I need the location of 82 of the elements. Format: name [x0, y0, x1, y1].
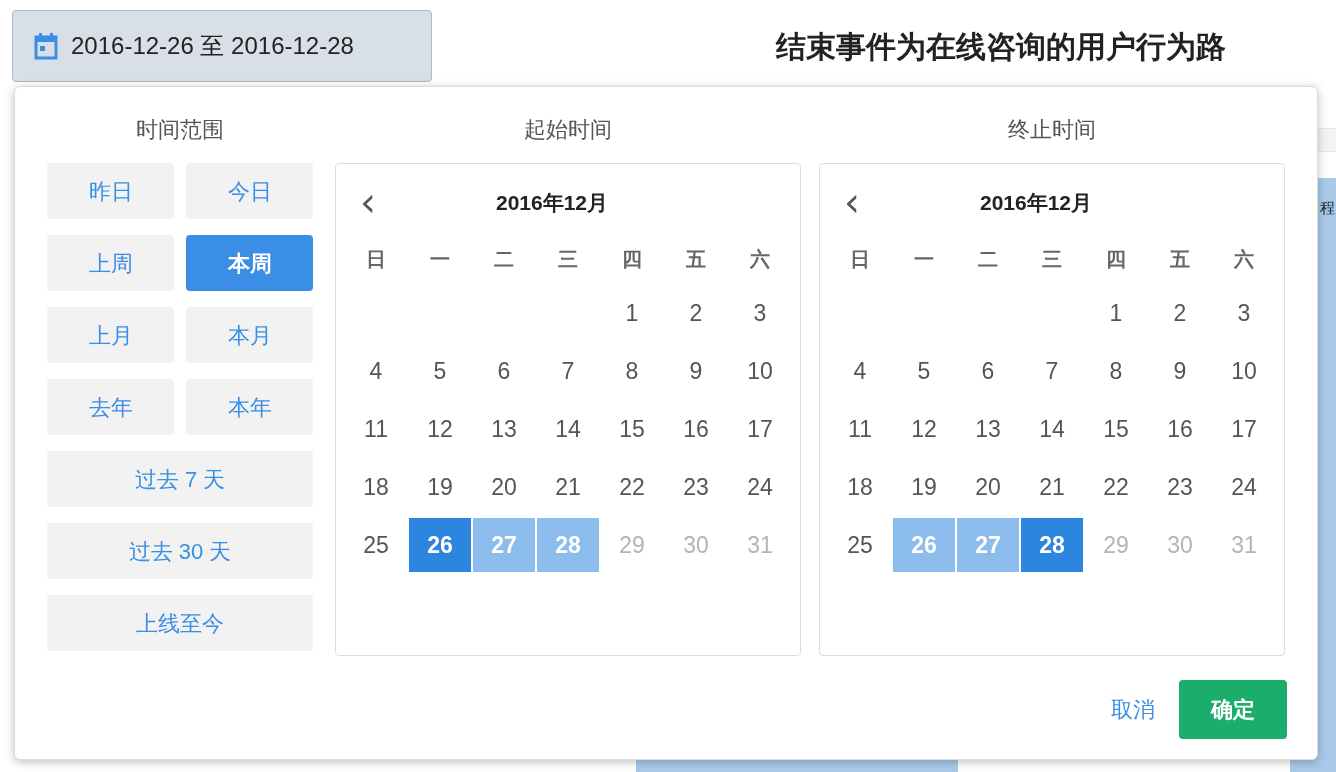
calendar-day[interactable]: 26 — [409, 518, 471, 572]
weekday-label: 五 — [1170, 247, 1190, 272]
calendar-day[interactable]: 15 — [600, 402, 664, 456]
calendar-day[interactable]: 12 — [892, 402, 956, 456]
calendar-day[interactable]: 3 — [1212, 286, 1276, 340]
month-label: 2016年12月 — [495, 190, 609, 217]
calendar-day[interactable]: 7 — [1020, 344, 1084, 398]
month-label: 2016年12月 — [979, 190, 1093, 217]
calendar-day[interactable]: 3 — [728, 286, 792, 340]
calendar-day: 30 — [1148, 518, 1212, 572]
calendar-day[interactable]: 17 — [1212, 402, 1276, 456]
calendar-day[interactable]: 22 — [1084, 460, 1148, 514]
calendar-day[interactable]: 6 — [956, 344, 1020, 398]
calendar-day[interactable]: 14 — [1020, 402, 1084, 456]
calendar-day[interactable]: 9 — [664, 344, 728, 398]
weekday-label: 四 — [1106, 247, 1126, 272]
calendar-day[interactable]: 1 — [600, 286, 664, 340]
calendar-day[interactable]: 13 — [472, 402, 536, 456]
calendar-day[interactable]: 21 — [1020, 460, 1084, 514]
weekday-label: 六 — [1234, 247, 1254, 272]
calendar-day: 31 — [1212, 518, 1276, 572]
calendar-day: 31 — [728, 518, 792, 572]
calendar-day[interactable]: 15 — [1084, 402, 1148, 456]
calendar-day[interactable]: 28 — [1021, 518, 1083, 572]
calendar-day[interactable]: 13 — [956, 402, 1020, 456]
calendar-day[interactable]: 21 — [536, 460, 600, 514]
calendar-day[interactable]: 24 — [728, 460, 792, 514]
calendar-day[interactable]: 1 — [1084, 286, 1148, 340]
calendar-day[interactable]: 5 — [892, 344, 956, 398]
weekday-label: 二 — [494, 247, 514, 272]
calendar-day[interactable]: 18 — [828, 460, 892, 514]
calendar-day[interactable]: 5 — [408, 344, 472, 398]
date-range-button[interactable]: 2016-12-26 至 2016-12-28 — [12, 10, 432, 82]
calendar-day[interactable]: 23 — [664, 460, 728, 514]
calendar-day[interactable]: 17 — [728, 402, 792, 456]
calendar-day[interactable]: 7 — [536, 344, 600, 398]
calendar-day[interactable]: 19 — [408, 460, 472, 514]
calendar-icon — [33, 32, 59, 60]
calendar-day[interactable]: 6 — [472, 344, 536, 398]
calendar-day[interactable]: 4 — [344, 344, 408, 398]
calendar-day[interactable]: 22 — [600, 460, 664, 514]
calendar-day[interactable]: 20 — [956, 460, 1020, 514]
page-title: 结束事件为在线咨询的用户行为路 — [776, 29, 1226, 65]
calendar-day[interactable]: 12 — [408, 402, 472, 456]
calendar-day[interactable]: 14 — [536, 402, 600, 456]
presets-heading: 时间范围 — [135, 116, 225, 144]
calendar-day[interactable]: 8 — [1084, 344, 1148, 398]
calendar-day[interactable]: 16 — [664, 402, 728, 456]
weekday-label: 三 — [558, 247, 578, 272]
calendar-day[interactable]: 4 — [828, 344, 892, 398]
weekday-label: 五 — [686, 247, 706, 272]
calendar-day: 30 — [664, 518, 728, 572]
weekday-label: 四 — [622, 247, 642, 272]
weekday-label: 六 — [750, 247, 770, 272]
calendar-day: 29 — [600, 518, 664, 572]
calendar-day[interactable]: 2 — [1148, 286, 1212, 340]
weekday-label: 一 — [430, 247, 450, 272]
weekday-label: 二 — [978, 247, 998, 272]
calendar-heading: 终止时间 — [1007, 116, 1097, 144]
calendar-day[interactable]: 11 — [828, 402, 892, 456]
calendar-day[interactable]: 24 — [1212, 460, 1276, 514]
calendar-day[interactable]: 11 — [344, 402, 408, 456]
calendar-day[interactable]: 20 — [472, 460, 536, 514]
weekday-label: 一 — [914, 247, 934, 272]
calendar-day[interactable]: 19 — [892, 460, 956, 514]
previous-month-button[interactable]: ‹ — [360, 182, 376, 222]
calendar-day[interactable]: 23 — [1148, 460, 1212, 514]
calendar-day[interactable]: 16 — [1148, 402, 1212, 456]
weekday-label: 日 — [366, 247, 386, 272]
calendar-day[interactable]: 18 — [344, 460, 408, 514]
calendar-day[interactable]: 25 — [344, 518, 408, 572]
calendar-day[interactable]: 10 — [1212, 344, 1276, 398]
weekday-label: 三 — [1042, 247, 1062, 272]
calendar-day[interactable]: 25 — [828, 518, 892, 572]
calendar-day[interactable]: 9 — [1148, 344, 1212, 398]
calendar-day[interactable]: 8 — [600, 344, 664, 398]
calendar-day[interactable]: 2 — [664, 286, 728, 340]
calendar-heading: 起始时间 — [523, 116, 613, 144]
weekday-label: 日 — [850, 247, 870, 272]
previous-month-button[interactable]: ‹ — [844, 182, 860, 222]
calendar-day: 29 — [1084, 518, 1148, 572]
calendar-day[interactable]: 10 — [728, 344, 792, 398]
